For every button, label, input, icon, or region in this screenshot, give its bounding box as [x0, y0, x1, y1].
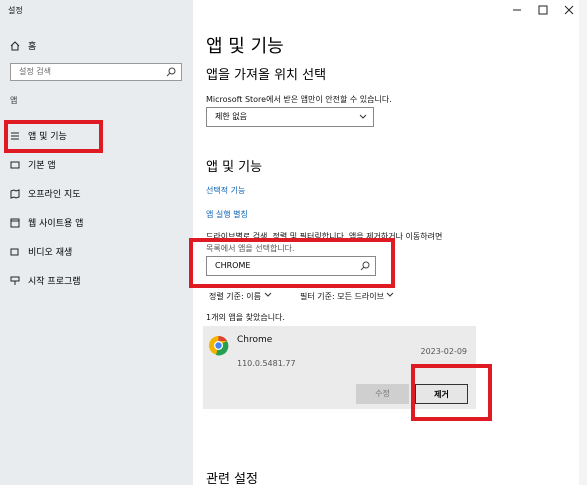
search-icon[interactable] — [165, 66, 177, 78]
optional-features-link[interactable]: 선택적 기능 — [206, 185, 245, 196]
settings-search-placeholder: 설정 검색 — [19, 67, 51, 76]
chevron-down-icon — [264, 292, 271, 297]
sidebar-item-label: 시작 프로그램 — [28, 277, 81, 287]
app-version: 110.0.5481.77 — [237, 359, 296, 368]
sidebar-item-default-apps[interactable]: 기본 앱 — [10, 158, 56, 171]
apps-heading: 앱 및 기능 — [206, 160, 263, 175]
app-name: Chrome — [237, 335, 273, 345]
sidebar-item-video-playback[interactable]: 비디오 재생 — [10, 245, 72, 258]
maximize-icon[interactable] — [536, 3, 550, 17]
app-source-select[interactable]: 제한 없음 — [206, 107, 374, 127]
minimize-icon[interactable] — [510, 3, 524, 17]
sidebar-item-label: 오프라인 지도 — [28, 190, 81, 200]
startup-icon — [10, 276, 20, 285]
related-settings-heading: 관련 설정 — [206, 472, 258, 487]
modify-button[interactable]: 수정 — [356, 384, 409, 404]
sidebar-item-label: 비디오 재생 — [28, 248, 73, 258]
sidebar-home-label: 홈 — [28, 42, 37, 52]
app-install-date: 2023-02-09 — [420, 347, 468, 356]
result-count: 1개의 앱을 찾았습니다. — [206, 313, 285, 322]
sidebar-item-label: 기본 앱 — [28, 161, 56, 171]
close-icon[interactable] — [562, 3, 576, 17]
video-icon — [10, 248, 19, 255]
sidebar-item-apps-for-websites[interactable]: 웹 사이트용 앱 — [10, 216, 83, 229]
highlight-box — [4, 120, 103, 153]
map-icon — [10, 188, 20, 199]
page-title: 앱 및 기능 — [206, 36, 284, 57]
store-warning-text: Microsoft Store에서 받은 앱만이 안전할 수 있습니다. — [206, 95, 392, 104]
sidebar-item-startup[interactable]: 시작 프로그램 — [10, 274, 81, 287]
chevron-down-icon — [387, 292, 394, 297]
choose-location-heading: 앱을 가져올 위치 선택 — [206, 68, 327, 83]
selected-value: 제한 없음 — [215, 112, 247, 121]
sidebar: 설정 홈 설정 검색 앱 앱 및 기능 기본 앱 오프라인 지도 웹 사이트용 … — [0, 0, 193, 485]
website-icon — [10, 218, 20, 227]
highlight-box — [411, 364, 492, 421]
scrollbar[interactable] — [579, 0, 587, 485]
sidebar-section-label: 앱 — [10, 96, 18, 105]
sidebar-item-label: 웹 사이트용 앱 — [28, 219, 84, 229]
default-apps-icon — [10, 161, 20, 168]
main-panel: 앱 및 기능 앱을 가져올 위치 선택 Microsoft Store에서 받은… — [189, 0, 587, 487]
sort-label: 정렬 기준: 이름 — [209, 292, 261, 301]
chrome-icon — [209, 335, 229, 356]
window-title: 설정 — [8, 6, 23, 15]
sidebar-home[interactable]: 홈 — [10, 39, 36, 52]
sort-dropdown[interactable]: 정렬 기준: 이름 — [209, 291, 272, 302]
filter-label: 필터 기준: 모든 드라이브 — [300, 292, 384, 301]
sidebar-item-offline-maps[interactable]: 오프라인 지도 — [10, 187, 81, 200]
chevron-down-icon — [359, 114, 367, 119]
filter-dropdown[interactable]: 필터 기준: 모든 드라이브 — [300, 291, 394, 302]
app-execution-alias-link[interactable]: 앱 실행 별칭 — [206, 209, 248, 220]
settings-search-input[interactable]: 설정 검색 — [10, 63, 182, 81]
home-icon — [10, 40, 20, 50]
highlight-box — [189, 238, 395, 288]
